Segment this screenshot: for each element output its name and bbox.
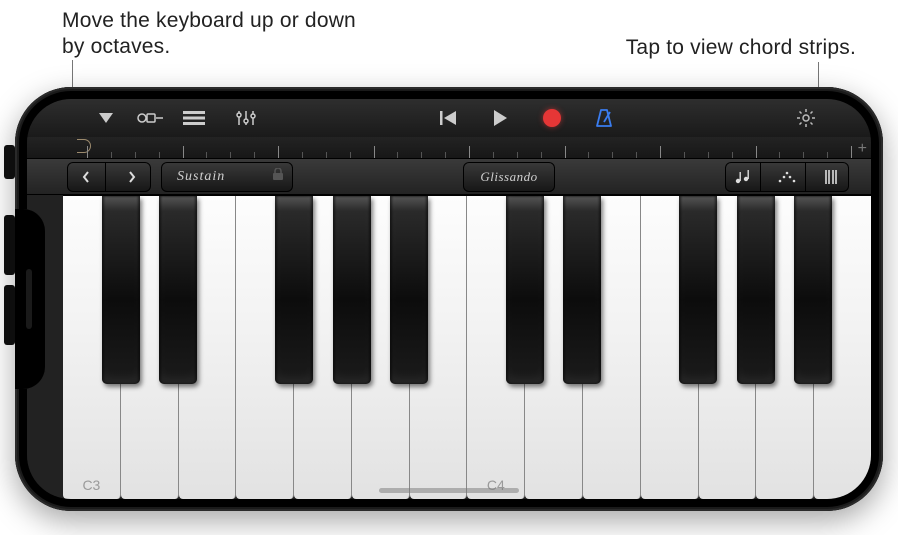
black-key[interactable]: [679, 196, 717, 384]
black-key[interactable]: [794, 196, 832, 384]
keyboard-view-controls: [725, 162, 849, 192]
timeline-ruler[interactable]: +: [27, 137, 871, 159]
octave-shift-control: [67, 162, 151, 192]
octave-down-button[interactable]: [67, 162, 106, 192]
sustain-label: Sustain: [177, 169, 225, 185]
chord-strips-button[interactable]: [814, 162, 849, 192]
keyboard-controls: Sustain Glissando: [27, 159, 871, 195]
octave-label: C3: [63, 477, 120, 493]
lock-icon: [273, 168, 283, 185]
app-screen: + Sustain: [27, 99, 871, 499]
settings-button[interactable]: [791, 103, 821, 133]
piano-keyboard: C3C4: [27, 195, 871, 499]
record-icon: [543, 109, 561, 127]
go-to-beginning-button[interactable]: [433, 103, 463, 133]
play-button[interactable]: [485, 103, 515, 133]
record-button[interactable]: [537, 103, 567, 133]
black-key[interactable]: [563, 196, 601, 384]
black-key[interactable]: [159, 196, 197, 384]
instrument-browser-button[interactable]: [91, 103, 121, 133]
callout-chord-strips: Tap to view chord strips.: [556, 35, 856, 61]
black-key[interactable]: [506, 196, 544, 384]
black-key[interactable]: [102, 196, 140, 384]
cycle-region-icon: [77, 139, 91, 153]
tracks-button[interactable]: [179, 103, 209, 133]
black-key[interactable]: [390, 196, 428, 384]
iphone-frame: + Sustain: [15, 87, 883, 511]
glissando-button[interactable]: Glissando: [463, 162, 555, 192]
main-toolbar: [27, 99, 871, 137]
callout-octave: Move the keyboard up or down by octaves.: [62, 8, 382, 61]
scale-button[interactable]: [725, 162, 761, 192]
black-key[interactable]: [275, 196, 313, 384]
add-section-button[interactable]: +: [858, 140, 867, 158]
arpeggiator-button[interactable]: [769, 162, 805, 192]
octave-up-button[interactable]: [114, 162, 152, 192]
metronome-button[interactable]: [589, 103, 619, 133]
track-controls-button[interactable]: [231, 103, 261, 133]
black-key[interactable]: [333, 196, 371, 384]
home-indicator[interactable]: [379, 488, 519, 493]
glissando-label: Glissando: [480, 169, 537, 185]
black-key[interactable]: [737, 196, 775, 384]
sustain-button[interactable]: Sustain: [161, 162, 293, 192]
fx-button[interactable]: [135, 103, 165, 133]
